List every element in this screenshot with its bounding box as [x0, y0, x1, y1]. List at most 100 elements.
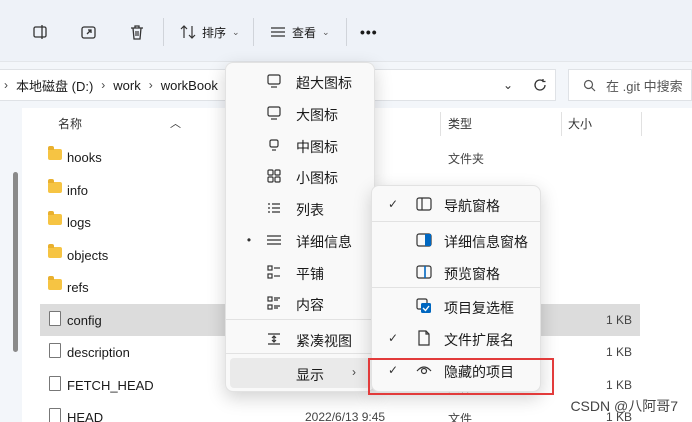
menu-item[interactable]: 超大图标 — [230, 66, 370, 96]
sort-label: 排序 — [202, 25, 227, 40]
file-extension-icon — [416, 330, 432, 349]
menu-item[interactable]: 内容 — [230, 288, 370, 318]
breadcrumb-work[interactable]: work — [113, 78, 140, 93]
menu-item-label: 预览窗格 — [444, 266, 500, 282]
share-icon — [81, 26, 96, 39]
menu-item-label: 项目复选框 — [444, 300, 514, 316]
navigation-pane-icon — [416, 196, 432, 215]
menu-item[interactable]: 详细信息窗格 — [376, 225, 536, 255]
toolbar-separator — [346, 18, 347, 46]
menu-item[interactable]: • 详细信息 — [230, 225, 370, 255]
folder-icon — [48, 243, 62, 258]
file-name: info — [67, 182, 88, 198]
file-row[interactable]: HEAD 2022/6/13 9:45 文件 1 KB — [40, 401, 640, 422]
column-header-name[interactable]: 名称 — [58, 108, 82, 138]
monitor-icon — [266, 105, 282, 124]
menu-item-label: 超大图标 — [296, 75, 352, 91]
column-divider[interactable] — [641, 112, 642, 136]
nav-scrollbar[interactable] — [13, 172, 18, 352]
monitor-small-icon — [266, 137, 282, 156]
folder-icon — [48, 276, 62, 290]
file-name: objects — [67, 247, 109, 263]
menu-item-label: 平铺 — [296, 266, 324, 282]
file-icon — [49, 408, 61, 422]
chevron-right-icon: › — [148, 78, 153, 92]
file-icon — [49, 310, 61, 326]
menu-item[interactable]: 平铺 — [230, 257, 370, 287]
monitor-icon — [266, 73, 282, 92]
sort-icon — [180, 25, 196, 39]
file-size: 1 KB — [605, 345, 632, 359]
menu-item[interactable]: 小图标 — [230, 161, 370, 191]
more-options-button[interactable]: ••• — [360, 18, 378, 46]
menu-item[interactable]: ✓ 导航窗格 — [376, 189, 536, 219]
column-type-label: 类型 — [448, 116, 473, 131]
menu-item-label: 详细信息 — [296, 234, 352, 250]
menu-item[interactable]: 大图标 — [230, 98, 370, 128]
sort-arrow-icon: ︿ — [170, 118, 181, 130]
menu-item[interactable]: 列表 — [230, 193, 370, 223]
search-box[interactable]: 在 .git 中搜索 — [568, 69, 692, 101]
file-icon — [49, 343, 61, 358]
menu-item[interactable]: 项目复选框 — [376, 291, 536, 321]
menu-separator — [372, 221, 540, 222]
column-divider[interactable] — [561, 112, 562, 136]
refresh-icon[interactable] — [533, 78, 547, 92]
menu-item-label: 列表 — [296, 202, 324, 218]
search-icon — [583, 79, 596, 91]
column-divider[interactable] — [440, 112, 441, 136]
menu-item[interactable]: 中图标 — [230, 130, 370, 160]
chevron-down-icon[interactable]: ⌄ — [503, 78, 513, 92]
toolbar-separator — [163, 18, 164, 46]
menu-item-label: 紧凑视图 — [296, 333, 352, 349]
breadcrumb-workbook[interactable]: workBook — [161, 78, 218, 93]
file-name: logs — [67, 215, 91, 230]
view-label: 查看 — [292, 25, 317, 40]
folder-icon — [48, 178, 62, 193]
sort-button[interactable]: 排序 ⌄ — [180, 18, 240, 46]
chevron-right-icon: › — [352, 365, 356, 379]
small-icons-icon — [266, 168, 282, 187]
view-lines-icon — [271, 27, 285, 37]
menu-item-label: 小图标 — [296, 170, 338, 186]
menu-item-label: 中图标 — [296, 139, 338, 155]
menu-separator — [372, 287, 540, 288]
details-icon — [266, 232, 282, 251]
share-button[interactable] — [80, 18, 98, 46]
tiles-icon — [266, 264, 282, 283]
view-button[interactable]: 查看 ⌄ — [270, 18, 330, 46]
menu-item[interactable]: ✓ 文件扩展名 — [376, 323, 536, 353]
delete-button[interactable] — [128, 18, 146, 46]
view-menu: 超大图标大图标中图标小图标列表 • 详细信息平铺内容紧凑视图显示 › — [225, 62, 375, 392]
command-bar: 排序 ⌄ 查看 ⌄ ••• — [0, 0, 692, 62]
file-icon — [49, 375, 61, 391]
column-header-type[interactable]: 类型 — [448, 108, 472, 138]
file-name: refs — [67, 280, 89, 295]
menu-item-label: 文件扩展名 — [444, 332, 514, 348]
menu-item-label: 显示 — [296, 367, 324, 383]
menu-item-label: 详细信息窗格 — [444, 234, 528, 250]
column-header-size[interactable]: 大小 — [568, 108, 592, 138]
file-name: hooks — [67, 150, 102, 165]
file-type: 文件 — [448, 412, 473, 422]
file-name: FETCH_HEAD — [67, 377, 154, 393]
menu-item[interactable]: 紧凑视图 — [230, 324, 370, 354]
file-size: 1 KB — [605, 377, 632, 392]
more-icon: ••• — [360, 24, 378, 40]
address-actions: ⌄ — [503, 70, 547, 100]
file-type: 文件夹 — [448, 152, 485, 166]
rename-button[interactable] — [32, 18, 50, 46]
menu-separator — [226, 353, 374, 354]
menu-item[interactable]: 预览窗格 — [376, 257, 536, 287]
breadcrumb-drive[interactable]: 本地磁盘 (D:) — [16, 76, 93, 95]
watermark: CSDN @八阿哥7 — [570, 398, 678, 414]
preview-pane-icon — [416, 264, 432, 283]
file-size: 1 KB — [605, 312, 632, 327]
chevron-right-icon: › — [4, 78, 8, 92]
file-name: HEAD — [67, 410, 104, 422]
chevron-down-icon: ⌄ — [232, 26, 240, 37]
checkmark-icon: ✓ — [388, 331, 399, 345]
menu-item[interactable]: 显示 › — [230, 358, 370, 388]
search-input[interactable]: 在 .git 中搜索 — [606, 76, 683, 95]
file-name: config — [67, 312, 102, 328]
